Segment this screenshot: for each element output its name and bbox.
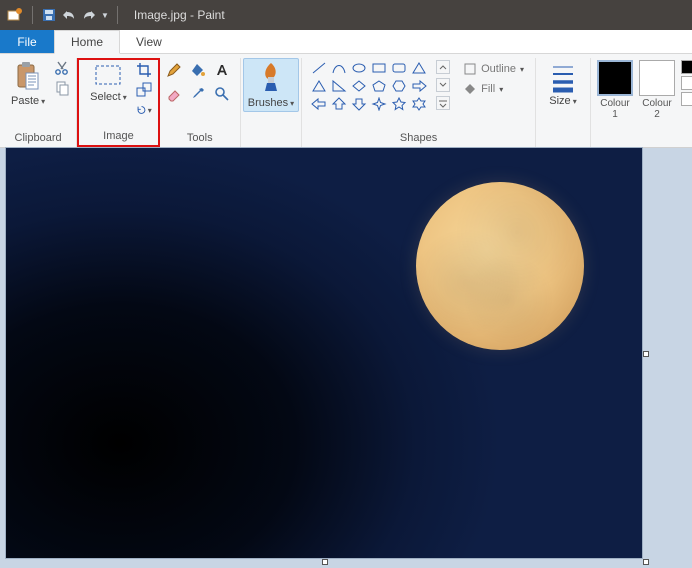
shape-polygon-icon[interactable] (410, 60, 428, 76)
app-icon (6, 6, 24, 24)
shape-arrowright-icon[interactable] (410, 78, 428, 94)
shape-star4-icon[interactable] (370, 96, 388, 112)
shapes-more-icon[interactable] (436, 96, 450, 110)
group-label-clipboard: Clipboard (15, 130, 62, 147)
colour1-button[interactable]: Colour 1 (597, 60, 633, 120)
shape-arrowleft-icon[interactable] (310, 96, 328, 112)
qat-dropdown-icon[interactable]: ▼ (101, 11, 109, 20)
text-icon[interactable] (214, 62, 230, 78)
group-colours: Colour 1 Colour 2 (591, 58, 692, 147)
canvas-workspace[interactable] (0, 148, 692, 568)
colour2-label: Colour 2 (642, 98, 671, 120)
fill-label: Fill (481, 83, 495, 95)
group-brushes: Brushes▾ (241, 58, 302, 147)
window-title: Image.jpg - Paint (134, 8, 225, 22)
shape-rect-icon[interactable] (370, 60, 388, 76)
outline-button[interactable]: Outline▾ (458, 60, 529, 78)
resize-handle-corner[interactable] (643, 559, 649, 565)
select-label: Select (90, 91, 121, 103)
shape-arrowup-icon[interactable] (330, 96, 348, 112)
colour2-button[interactable]: Colour 2 (639, 60, 675, 120)
brushes-button[interactable]: Brushes▾ (243, 58, 299, 112)
shape-arrowdown-icon[interactable] (350, 96, 368, 112)
shape-line-icon[interactable] (310, 60, 328, 76)
palette-grid[interactable] (681, 60, 692, 106)
title-bar: ▼ Image.jpg - Paint (0, 0, 692, 30)
shapes-scroll-down-icon[interactable] (436, 78, 450, 92)
shape-hexagon-icon[interactable] (390, 78, 408, 94)
magnifier-icon[interactable] (214, 86, 230, 102)
group-size: Size▾ (536, 58, 591, 147)
group-shapes: Outline▾ Fill▾ Shapes (302, 58, 536, 147)
group-tools: Tools (160, 58, 241, 147)
resize-icon[interactable] (136, 82, 152, 98)
rotate-icon[interactable]: ▾ (136, 102, 152, 118)
cut-icon[interactable] (54, 60, 70, 76)
separator (32, 6, 33, 24)
pencil-icon[interactable] (166, 62, 182, 78)
shape-roundrect-icon[interactable] (390, 60, 408, 76)
palette-cell[interactable] (681, 60, 692, 74)
fill-button[interactable]: Fill▾ (458, 80, 529, 98)
redo-icon[interactable] (81, 7, 97, 23)
group-label-shapes: Shapes (400, 130, 437, 147)
tab-file[interactable]: File (0, 30, 54, 53)
shapes-scroll-up-icon[interactable] (436, 60, 450, 74)
crop-icon[interactable] (136, 62, 152, 78)
select-button[interactable]: Select▾ (85, 60, 132, 106)
save-icon[interactable] (41, 7, 57, 23)
brushes-label: Brushes (248, 97, 288, 109)
paste-label: Paste (11, 95, 39, 107)
canvas[interactable] (6, 148, 642, 558)
palette-cell[interactable] (681, 92, 692, 106)
size-label: Size (549, 95, 570, 107)
resize-handle-bottom[interactable] (322, 559, 328, 565)
undo-icon[interactable] (61, 7, 77, 23)
group-label-tools: Tools (187, 130, 213, 147)
shape-star5-icon[interactable] (390, 96, 408, 112)
size-button[interactable]: Size▾ (542, 58, 584, 110)
palette-cell[interactable] (681, 76, 692, 90)
paste-button[interactable]: Paste▾ (6, 58, 50, 110)
tab-strip: File Home View (0, 30, 692, 54)
resize-handle-right[interactable] (643, 351, 649, 357)
copy-icon[interactable] (54, 80, 70, 96)
shape-triangle-icon[interactable] (310, 78, 328, 94)
group-label-image: Image (103, 128, 134, 145)
shape-diamond-icon[interactable] (350, 78, 368, 94)
shape-pentagon-icon[interactable] (370, 78, 388, 94)
shape-righttriangle-icon[interactable] (330, 78, 348, 94)
separator (117, 6, 118, 24)
tab-view[interactable]: View (120, 30, 178, 53)
eyedropper-icon[interactable] (190, 86, 206, 102)
eraser-icon[interactable] (166, 86, 182, 102)
image-content (6, 148, 642, 558)
outline-label: Outline (481, 63, 516, 75)
moon (416, 182, 584, 350)
group-clipboard: Paste▾ Clipboard (0, 58, 77, 147)
bucket-icon[interactable] (190, 62, 206, 78)
tab-home[interactable]: Home (54, 30, 120, 54)
shape-curve-icon[interactable] (330, 60, 348, 76)
shapes-gallery[interactable] (308, 58, 430, 114)
colour1-label: Colour 1 (600, 98, 629, 120)
shape-oval-icon[interactable] (350, 60, 368, 76)
shape-star6-icon[interactable] (410, 96, 428, 112)
ribbon: Paste▾ Clipboard Select▾ ▾ Image (0, 54, 692, 148)
group-image: Select▾ ▾ Image (77, 58, 160, 147)
